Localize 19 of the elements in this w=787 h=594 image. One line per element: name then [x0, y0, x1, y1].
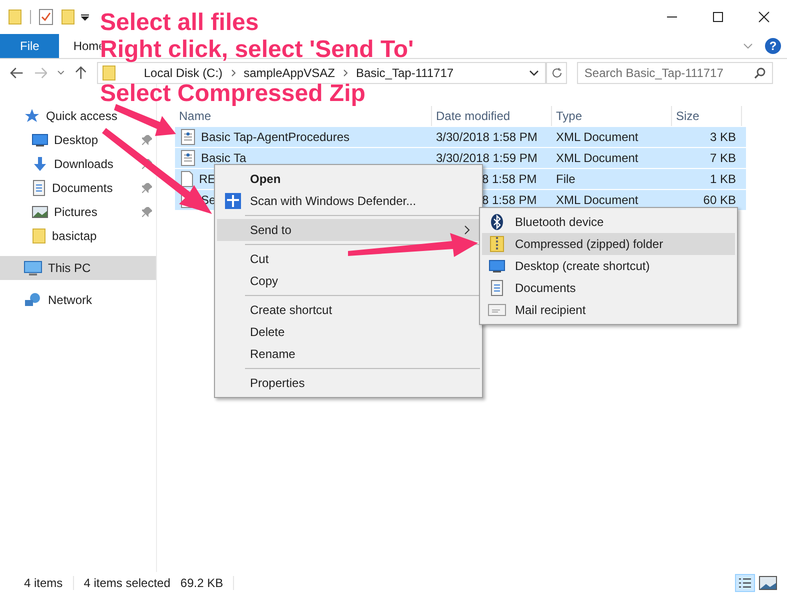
annotation-text: Select all files	[100, 12, 259, 34]
selection-count: 4 items selected	[82, 576, 170, 590]
file-name: Basic Tap-AgentProcedures	[201, 130, 350, 144]
size-cell-text: 60 KB	[702, 193, 737, 207]
date-cell-text: 3/30/2018 1:59 PM	[435, 151, 538, 165]
size-cell-text: 7 KB	[708, 151, 737, 165]
type-cell-text: XML Document	[555, 193, 640, 207]
type-cell-text: File	[555, 172, 576, 186]
type-cell-text: XML Document	[555, 151, 640, 165]
file-name: Basic Ta	[201, 151, 246, 165]
size-cell-text: 3 KB	[708, 130, 737, 144]
selection-size: 69.2 KB	[170, 576, 234, 590]
annotation-text: Right click, select 'Send To'	[100, 39, 414, 61]
date-cell-text: 3/30/2018 1:58 PM	[435, 130, 538, 144]
size-cell-text: 1 KB	[708, 172, 737, 186]
type-cell-text: XML Document	[555, 130, 640, 144]
annotation-text: Select Compressed Zip	[100, 83, 366, 105]
item-count: 4 items	[14, 576, 74, 590]
file-name: RE	[199, 172, 216, 186]
